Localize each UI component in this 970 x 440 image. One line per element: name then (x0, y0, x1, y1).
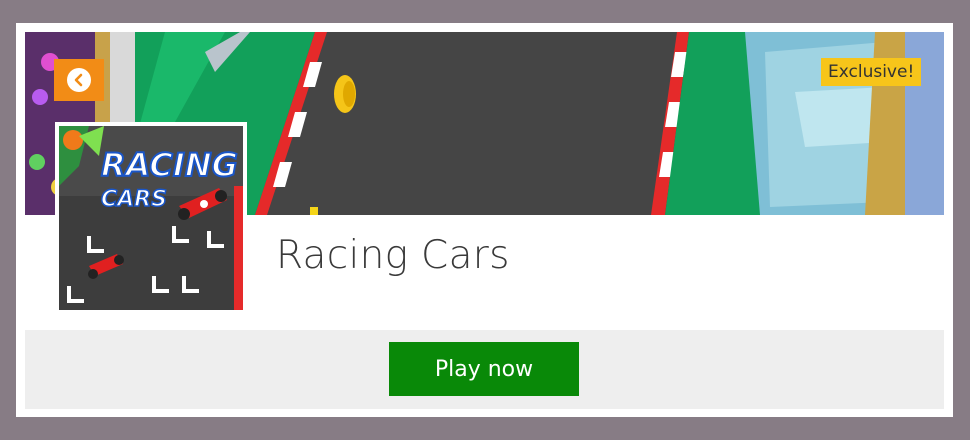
exclusive-badge: Exclusive! (821, 58, 922, 86)
game-title: Racing Cars (276, 233, 510, 278)
game-thumbnail[interactable]: RACING CARS (55, 122, 247, 314)
thumbnail-artwork: RACING CARS (59, 126, 243, 310)
play-now-button[interactable]: Play now (389, 342, 579, 396)
chevron-left-icon (67, 68, 91, 92)
thumbnail-logo-line1: RACING (101, 146, 238, 184)
action-bar: Play now (25, 330, 944, 409)
thumbnail-logo-line2: CARS (101, 187, 167, 212)
back-button[interactable] (54, 59, 104, 101)
game-card: Exclusive! RACING CARS Racing Cars Play … (16, 23, 953, 417)
